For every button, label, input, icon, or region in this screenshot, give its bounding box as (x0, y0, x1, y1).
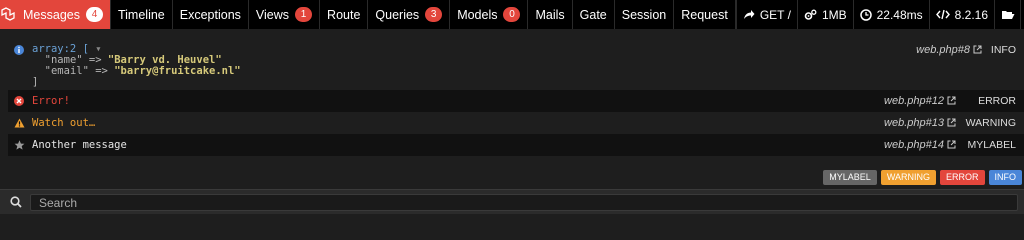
message-row-custom[interactable]: Another message web.php#14 MYLABEL (8, 134, 1024, 156)
external-link-icon (947, 140, 956, 149)
tab-label: Messages (23, 7, 80, 22)
info-icon (14, 45, 24, 55)
tab-queries[interactable]: Queries 3 (368, 0, 451, 29)
star-icon (14, 140, 25, 150)
search-icon (10, 196, 22, 208)
tab-label: Route (327, 7, 361, 22)
tab-request[interactable]: Request (674, 0, 736, 29)
tab-session[interactable]: Session (615, 0, 675, 29)
count-badge: 0 (503, 7, 521, 22)
filter-mylabel-button[interactable]: MYLABEL (823, 170, 877, 185)
message-row-warning[interactable]: Watch out… web.php#13 WARNING (8, 112, 1024, 134)
stats-area: GET / 1MB 22.48ms 8.2.16 (735, 0, 1024, 29)
php-version-stat[interactable]: 8.2.16 (928, 0, 994, 29)
duration-value: 22.48ms (876, 7, 923, 22)
error-icon (14, 96, 24, 106)
count-badge: 1 (295, 7, 313, 22)
tab-mails[interactable]: Mails (528, 0, 573, 29)
messages-panel: array:2 [ ▾ "name" => "Barry vd. Heuvel"… (0, 29, 1024, 189)
memory-stat[interactable]: 1MB (796, 0, 853, 29)
duration-stat[interactable]: 22.48ms (852, 0, 929, 29)
file-name: web.php#8 (916, 44, 970, 56)
tab-exceptions[interactable]: Exceptions (173, 0, 249, 29)
tab-timeline[interactable]: Timeline (111, 0, 173, 29)
cogs-icon (804, 9, 817, 20)
dump-array-close: ] (32, 76, 39, 88)
code-icon (935, 9, 950, 20)
tab-list: Messages 4 Timeline Exceptions Views 1 Rou… (16, 0, 736, 29)
message-text: Error! (32, 95, 70, 107)
search-input[interactable] (30, 194, 1018, 211)
laravel-logo-icon[interactable] (0, 0, 16, 29)
warning-icon (14, 118, 25, 128)
message-label: INFO (990, 44, 1016, 56)
tab-label: Models (457, 7, 498, 22)
message-row-error[interactable]: Error! web.php#12 ERROR (8, 90, 1024, 112)
tab-label: Exceptions (179, 7, 241, 22)
file-name: web.php#12 (884, 95, 944, 107)
clock-icon (859, 8, 872, 21)
source-file-link[interactable]: web.php#8 (916, 44, 982, 56)
tab-models[interactable]: Models 0 (450, 0, 529, 29)
filter-info-button[interactable]: INFO (988, 170, 1022, 185)
route-stat[interactable]: GET / (735, 0, 797, 29)
share-icon (743, 10, 755, 19)
filter-error-button[interactable]: ERROR (939, 170, 985, 185)
source-file-link[interactable]: web.php#12 (884, 95, 956, 107)
dump-key: "email" => (44, 65, 115, 77)
message-row-info[interactable]: array:2 [ ▾ "name" => "Barry vd. Heuvel"… (8, 39, 1024, 94)
source-file-link[interactable]: web.php#14 (884, 139, 956, 151)
file-name: web.php#14 (884, 139, 944, 151)
tab-label: Request (681, 7, 728, 22)
message-label: WARNING (965, 117, 1016, 129)
external-link-icon (973, 45, 982, 54)
filter-warning-button[interactable]: WARNING (880, 170, 936, 185)
message-dump: array:2 [ ▾ "name" => "Barry vd. Heuvel"… (32, 44, 241, 88)
message-label: ERROR (978, 95, 1016, 107)
label-filters: MYLABEL WARNING ERROR INFO (823, 170, 1022, 185)
tab-label: Session (621, 7, 667, 22)
message-text: Watch out… (32, 117, 96, 129)
tab-messages[interactable]: Messages 4 (16, 0, 111, 29)
route-value: GET / (759, 7, 791, 22)
tab-label: Views (255, 7, 290, 22)
tab-label: Gate (579, 7, 607, 22)
external-link-icon (947, 96, 956, 105)
message-label: MYLABEL (967, 139, 1016, 151)
php-version-value: 8.2.16 (954, 7, 989, 22)
tab-views[interactable]: Views 1 (249, 0, 321, 29)
external-link-icon (947, 118, 956, 127)
message-text: Another message (32, 139, 127, 151)
folder-open-icon (1001, 11, 1015, 19)
tab-route[interactable]: Route (320, 0, 369, 29)
open-folder-button[interactable] (994, 0, 1020, 29)
tab-label: Queries (375, 7, 420, 22)
search-bar (0, 189, 1024, 214)
tab-gate[interactable]: Gate (573, 0, 615, 29)
file-name: web.php#13 (884, 117, 944, 129)
source-file-link[interactable]: web.php#13 (884, 117, 956, 129)
memory-value: 1MB (821, 7, 847, 22)
count-badge: 4 (85, 7, 103, 22)
dump-value: "barry@fruitcake.nl" (114, 65, 241, 77)
tab-label: Mails (535, 7, 565, 22)
count-badge: 3 (425, 7, 443, 22)
debugbar-header: Messages 4 Timeline Exceptions Views 1 Rou… (0, 0, 1024, 29)
tab-label: Timeline (117, 7, 165, 22)
minimize-button[interactable] (1020, 0, 1024, 29)
